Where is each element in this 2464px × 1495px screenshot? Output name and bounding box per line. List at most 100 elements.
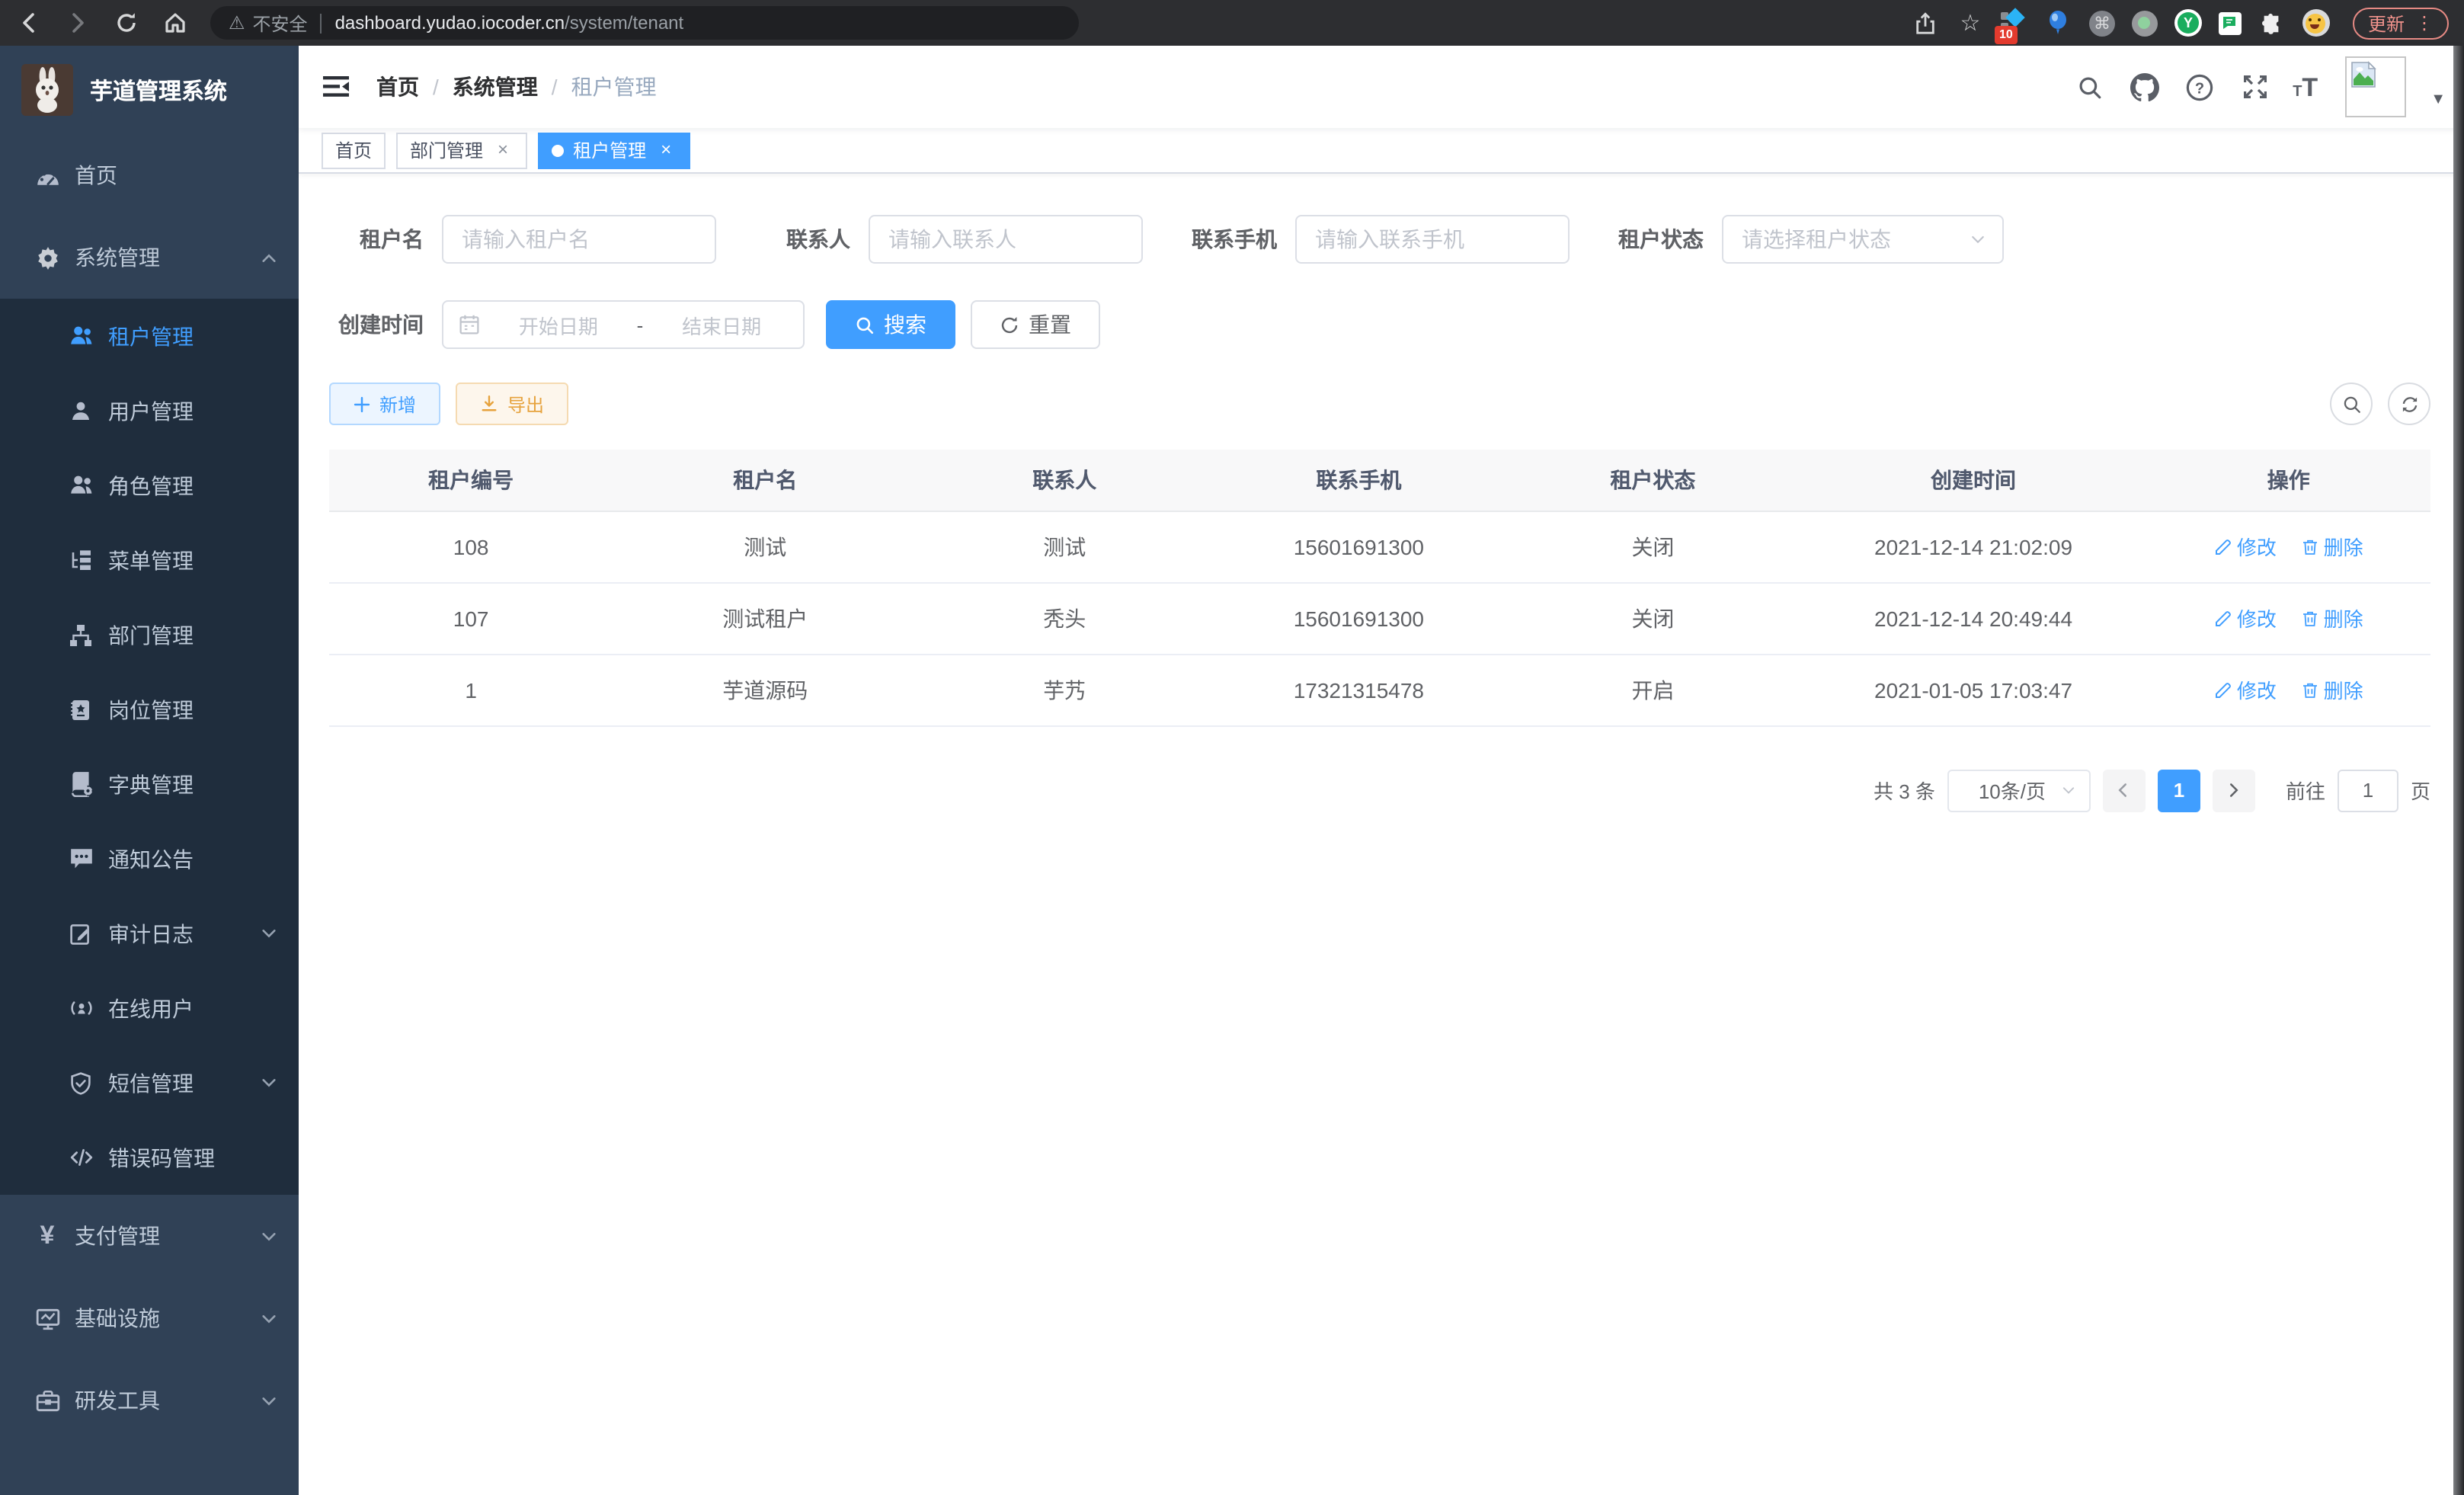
sidebar-item-label: 基础设施 bbox=[75, 1303, 160, 1333]
close-icon[interactable]: × bbox=[655, 139, 677, 161]
tag-tenant-management[interactable]: 租户管理× bbox=[538, 132, 690, 168]
reset-button[interactable]: 重置 bbox=[971, 300, 1100, 349]
sidebar-item-payment-management[interactable]: ¥ 支付管理 bbox=[0, 1195, 299, 1277]
close-icon[interactable]: × bbox=[492, 139, 514, 161]
tree-icon bbox=[67, 546, 94, 574]
sidebar-item-label: 岗位管理 bbox=[108, 694, 194, 725]
prev-page-button[interactable] bbox=[2103, 769, 2146, 812]
edit-link[interactable]: 修改 bbox=[2214, 603, 2277, 632]
export-button[interactable]: 导出 bbox=[456, 383, 568, 425]
tag-dept-management[interactable]: 部门管理× bbox=[396, 132, 527, 168]
tag-home[interactable]: 首页 bbox=[322, 132, 386, 168]
extension-command-icon[interactable]: ⌘ bbox=[2089, 10, 2115, 36]
address-bar[interactable]: ⚠ 不安全 dashboard.yudao.iocoder.cn/system/… bbox=[210, 6, 1079, 40]
search-button[interactable]: 搜索 bbox=[826, 300, 955, 349]
sidebar-toggle-icon[interactable] bbox=[322, 72, 352, 102]
total-count: 共 3 条 bbox=[1874, 776, 1935, 805]
chevron-down-icon bbox=[261, 1074, 277, 1091]
avatar-dropdown-caret[interactable]: ▼ bbox=[2430, 91, 2446, 108]
font-size-icon[interactable]: TT bbox=[2293, 74, 2318, 100]
cell-contact: 芋艿 bbox=[917, 654, 1211, 725]
plus-icon bbox=[354, 395, 370, 412]
sidebar-item-post-management[interactable]: 岗位管理 bbox=[0, 672, 299, 747]
delete-link[interactable]: 删除 bbox=[2301, 603, 2363, 632]
table-row: 1 芋道源码 芋艿 17321315478 开启 2021-01-05 17:0… bbox=[329, 654, 2430, 725]
sidebar-item-sms-management[interactable]: 短信管理 bbox=[0, 1045, 299, 1120]
sidebar-item-audit-log[interactable]: 审计日志 bbox=[0, 896, 299, 971]
add-button[interactable]: 新增 bbox=[329, 383, 440, 425]
extension-chat-icon[interactable] bbox=[2219, 11, 2242, 34]
home-icon[interactable] bbox=[162, 9, 189, 37]
sidebar-item-role-management[interactable]: 角色管理 bbox=[0, 448, 299, 523]
sidebar-item-label: 短信管理 bbox=[108, 1068, 194, 1098]
back-icon[interactable] bbox=[15, 9, 43, 37]
breadcrumb-home[interactable]: 首页 bbox=[376, 72, 419, 102]
extension-circle-icon[interactable] bbox=[2132, 10, 2158, 36]
forward-icon[interactable] bbox=[64, 9, 91, 37]
chrome-menu-icon[interactable]: ⋮ bbox=[2415, 12, 2434, 34]
edit-log-icon bbox=[67, 920, 94, 947]
app-logo-row[interactable]: 芋道管理系统 bbox=[0, 46, 299, 134]
sidebar-item-label: 租户管理 bbox=[108, 321, 194, 351]
sidebar-item-system-management[interactable]: 系统管理 bbox=[0, 216, 299, 299]
sidebar-item-dict-management[interactable]: 字典管理 bbox=[0, 747, 299, 821]
sidebar-item-infrastructure[interactable]: 基础设施 bbox=[0, 1277, 299, 1359]
shield-check-icon bbox=[67, 1069, 94, 1096]
extension-y-icon[interactable]: Y bbox=[2174, 9, 2202, 37]
message-icon bbox=[67, 845, 94, 872]
avatar[interactable] bbox=[2345, 56, 2406, 117]
refresh-table-button[interactable] bbox=[2388, 383, 2430, 425]
toggle-search-button[interactable] bbox=[2330, 383, 2373, 425]
extension-balloon-icon[interactable] bbox=[2045, 9, 2072, 37]
profile-avatar-icon[interactable] bbox=[2302, 9, 2330, 37]
col-contact: 联系人 bbox=[917, 450, 1211, 511]
app-logo bbox=[21, 64, 73, 116]
col-actions: 操作 bbox=[2147, 450, 2430, 511]
edit-link[interactable]: 修改 bbox=[2214, 675, 2277, 704]
sidebar-item-tenant-management[interactable]: 租户管理 bbox=[0, 299, 299, 373]
delete-link[interactable]: 删除 bbox=[2301, 532, 2363, 561]
share-icon[interactable] bbox=[1912, 9, 1940, 37]
help-icon[interactable]: ? bbox=[2183, 70, 2216, 104]
chrome-update-button[interactable]: 更新 ⋮ bbox=[2353, 7, 2449, 39]
extensions-puzzle-icon[interactable] bbox=[2258, 9, 2286, 37]
sidebar-item-notice[interactable]: 通知公告 bbox=[0, 821, 299, 896]
mobile-input[interactable] bbox=[1295, 215, 1570, 264]
search-icon[interactable] bbox=[2073, 70, 2107, 104]
col-mobile: 联系手机 bbox=[1211, 450, 1506, 511]
edit-icon bbox=[2214, 680, 2232, 699]
status-select[interactable]: 请选择租户状态 bbox=[1722, 215, 2004, 264]
trash-icon bbox=[2301, 680, 2319, 699]
url-path: /system/tenant bbox=[565, 12, 683, 34]
sidebar-item-home[interactable]: 首页 bbox=[0, 134, 299, 216]
tenant-name-input[interactable] bbox=[442, 215, 716, 264]
chevron-down-icon bbox=[1969, 230, 1987, 248]
github-icon[interactable] bbox=[2128, 70, 2162, 104]
reload-icon[interactable] bbox=[113, 9, 140, 37]
contact-input[interactable] bbox=[869, 215, 1143, 264]
sidebar-item-menu-management[interactable]: 菜单管理 bbox=[0, 523, 299, 597]
extension-tabs-icon[interactable]: 10 bbox=[2001, 9, 2028, 37]
fullscreen-icon[interactable] bbox=[2238, 70, 2271, 104]
page-number-1[interactable]: 1 bbox=[2158, 769, 2200, 812]
app-title: 芋道管理系统 bbox=[90, 74, 227, 106]
toolbox-icon bbox=[34, 1387, 61, 1414]
cell-mobile: 17321315478 bbox=[1211, 654, 1506, 725]
goto-page-input[interactable] bbox=[2338, 769, 2398, 812]
date-range-picker[interactable]: 开始日期 - 结束日期 bbox=[442, 300, 805, 349]
cell-created: 2021-01-05 17:03:47 bbox=[1800, 654, 2147, 725]
sidebar-item-dept-management[interactable]: 部门管理 bbox=[0, 597, 299, 672]
breadcrumb-current: 租户管理 bbox=[571, 72, 657, 102]
sidebar-item-online-users[interactable]: 在线用户 bbox=[0, 971, 299, 1045]
next-page-button[interactable] bbox=[2213, 769, 2255, 812]
page-size-select[interactable]: 10条/页 bbox=[1947, 769, 2091, 812]
bookmark-star-icon[interactable]: ☆ bbox=[1957, 9, 1984, 37]
breadcrumb: 首页 / 系统管理 / 租户管理 bbox=[376, 72, 657, 102]
sidebar-item-error-code[interactable]: 错误码管理 bbox=[0, 1120, 299, 1195]
edit-link[interactable]: 修改 bbox=[2214, 532, 2277, 561]
mobile-label: 联系手机 bbox=[1182, 224, 1277, 255]
security-label: 不安全 bbox=[253, 10, 308, 36]
sidebar-item-user-management[interactable]: 用户管理 bbox=[0, 373, 299, 448]
sidebar-item-dev-tools[interactable]: 研发工具 bbox=[0, 1359, 299, 1442]
delete-link[interactable]: 删除 bbox=[2301, 675, 2363, 704]
